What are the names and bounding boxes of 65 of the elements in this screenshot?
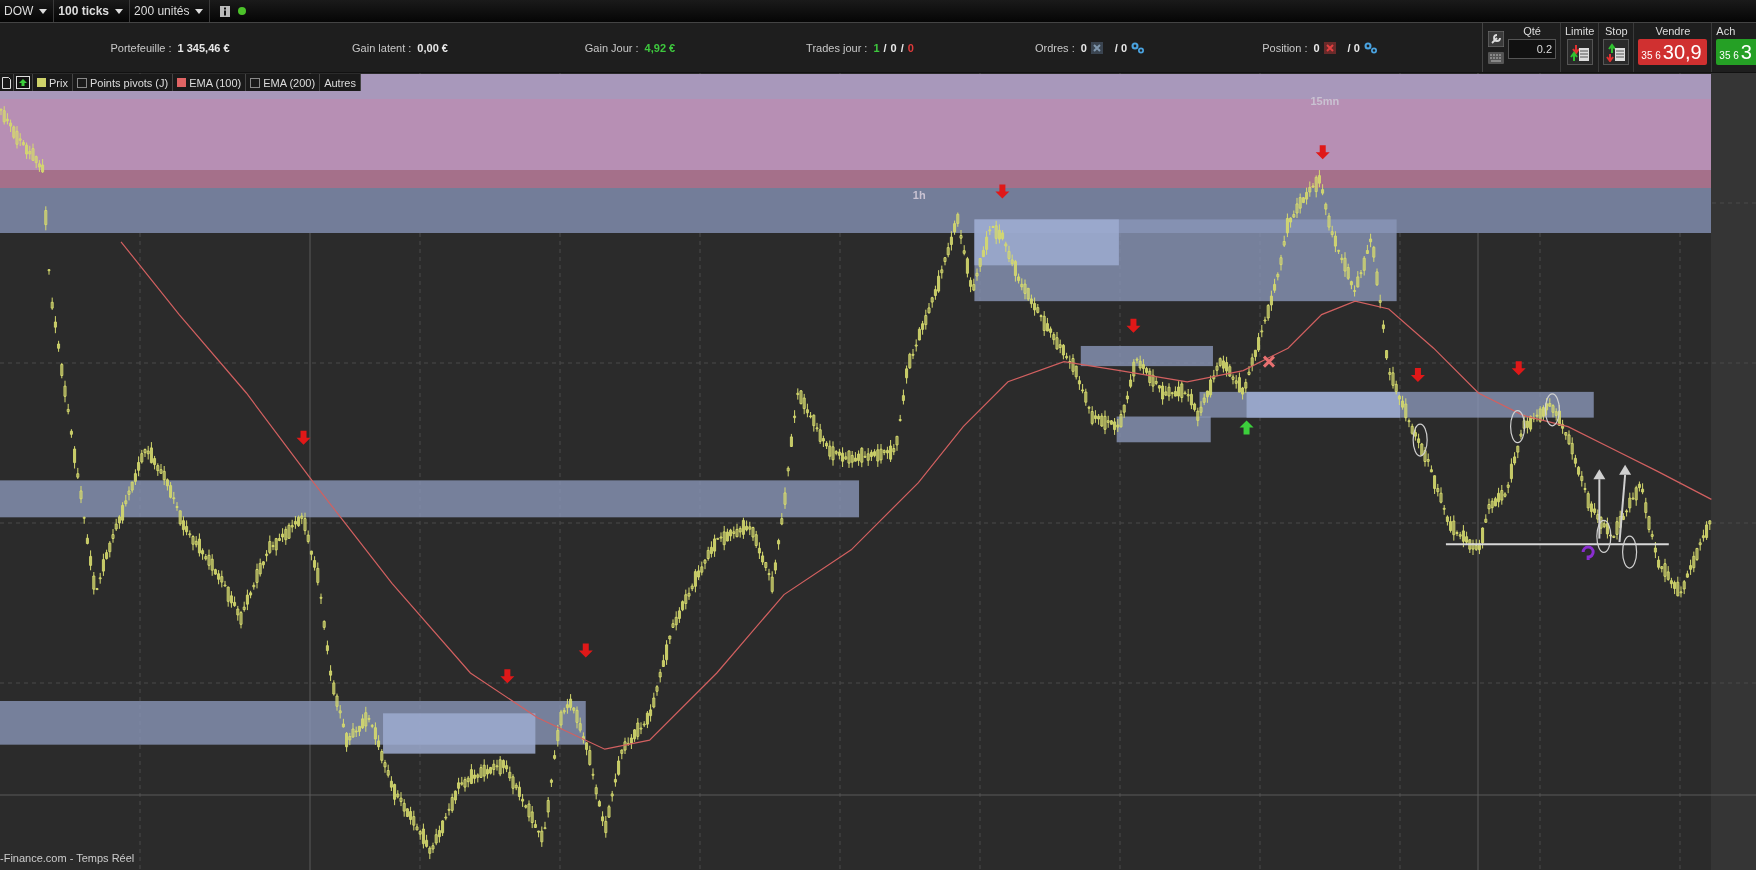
stat-label: Gain latent : xyxy=(352,41,412,54)
close-icon[interactable] xyxy=(1323,41,1336,54)
exit-cross-icon xyxy=(1262,355,1276,369)
highlight-circle xyxy=(1544,393,1560,427)
highlight-circle xyxy=(1412,423,1428,457)
sell-signal-arrow xyxy=(578,643,593,658)
info-icon[interactable] xyxy=(220,5,231,17)
buy-signal-arrow xyxy=(1239,420,1254,435)
legend-item[interactable]: EMA (200) xyxy=(246,74,321,91)
highlight-circle xyxy=(1622,535,1638,569)
checkbox[interactable] xyxy=(250,77,261,88)
sell-signal-arrow xyxy=(1410,368,1425,383)
stat-label: Gain Jour : xyxy=(584,41,639,54)
buy-label: Ach xyxy=(1716,25,1736,37)
stat-label: Trades jour : xyxy=(806,41,868,54)
sell-button[interactable]: 35 630,9 xyxy=(1638,39,1708,65)
legend-item[interactable]: Autres xyxy=(320,74,361,91)
document-icon[interactable] xyxy=(2,76,11,89)
trend-arrow xyxy=(1593,469,1606,540)
stat-value: / 0 xyxy=(1114,41,1128,54)
sell-signal-arrow xyxy=(1511,361,1526,376)
caret-icon xyxy=(195,8,204,14)
highlight-circle xyxy=(1596,519,1612,553)
caret-icon xyxy=(39,8,48,14)
stop-order-button[interactable] xyxy=(1603,39,1630,65)
data-source-label: -Finance.com - Temps Réel xyxy=(0,852,135,864)
checkbox[interactable] xyxy=(76,77,87,88)
stat-value: 0,00 € xyxy=(417,41,448,54)
stat-value: / xyxy=(900,41,904,54)
legend-item[interactable]: Points pivots (J) xyxy=(72,74,174,91)
stat-value: 0 xyxy=(890,41,897,54)
stat-value: 0 xyxy=(1313,41,1320,54)
stat-label: Portefeuille : xyxy=(110,41,172,54)
stat-value: 0 xyxy=(1080,41,1087,54)
close-icon[interactable] xyxy=(1090,41,1103,54)
stop-label: Stop xyxy=(1605,25,1628,37)
wrench-icon[interactable] xyxy=(1488,31,1504,47)
caret-icon xyxy=(115,8,124,14)
stat-value: 1 xyxy=(873,41,880,54)
stat-value: / 0 xyxy=(1347,41,1360,54)
dropdown[interactable]: 100 ticks xyxy=(54,0,131,22)
quantity-field[interactable]: 0.2 xyxy=(1508,39,1556,59)
upload-icon[interactable] xyxy=(16,76,30,89)
highlight-circle xyxy=(1510,410,1526,444)
stat-value: 1 345,46 € xyxy=(177,41,230,54)
stat-value: 4,92 € xyxy=(644,41,676,54)
sell-signal-arrow xyxy=(995,184,1010,199)
sell-signal-arrow xyxy=(500,669,515,684)
sell-signal-arrow xyxy=(1126,318,1141,333)
quantity-label: Qté xyxy=(1523,25,1541,37)
limit-label: Limite xyxy=(1565,25,1595,37)
dropdown[interactable]: 200 unités xyxy=(130,0,211,22)
stat-value: 0 xyxy=(907,41,914,54)
limit-order-button[interactable] xyxy=(1566,39,1593,65)
sell-signal-arrow xyxy=(296,430,311,445)
legend-item[interactable]: EMA (100) xyxy=(173,74,247,91)
sell-label: Vendre xyxy=(1655,25,1691,37)
legend-item[interactable]: Prix xyxy=(33,74,73,91)
timeframe-label: 1h xyxy=(912,189,926,202)
stat-value: / xyxy=(883,41,887,54)
stat-label: Ordres : xyxy=(1034,41,1075,54)
question-mark-icon xyxy=(1581,545,1595,561)
sell-signal-arrow xyxy=(1315,145,1330,160)
dropdown[interactable]: DOW xyxy=(0,0,55,22)
stat-label: Position : xyxy=(1262,41,1308,54)
